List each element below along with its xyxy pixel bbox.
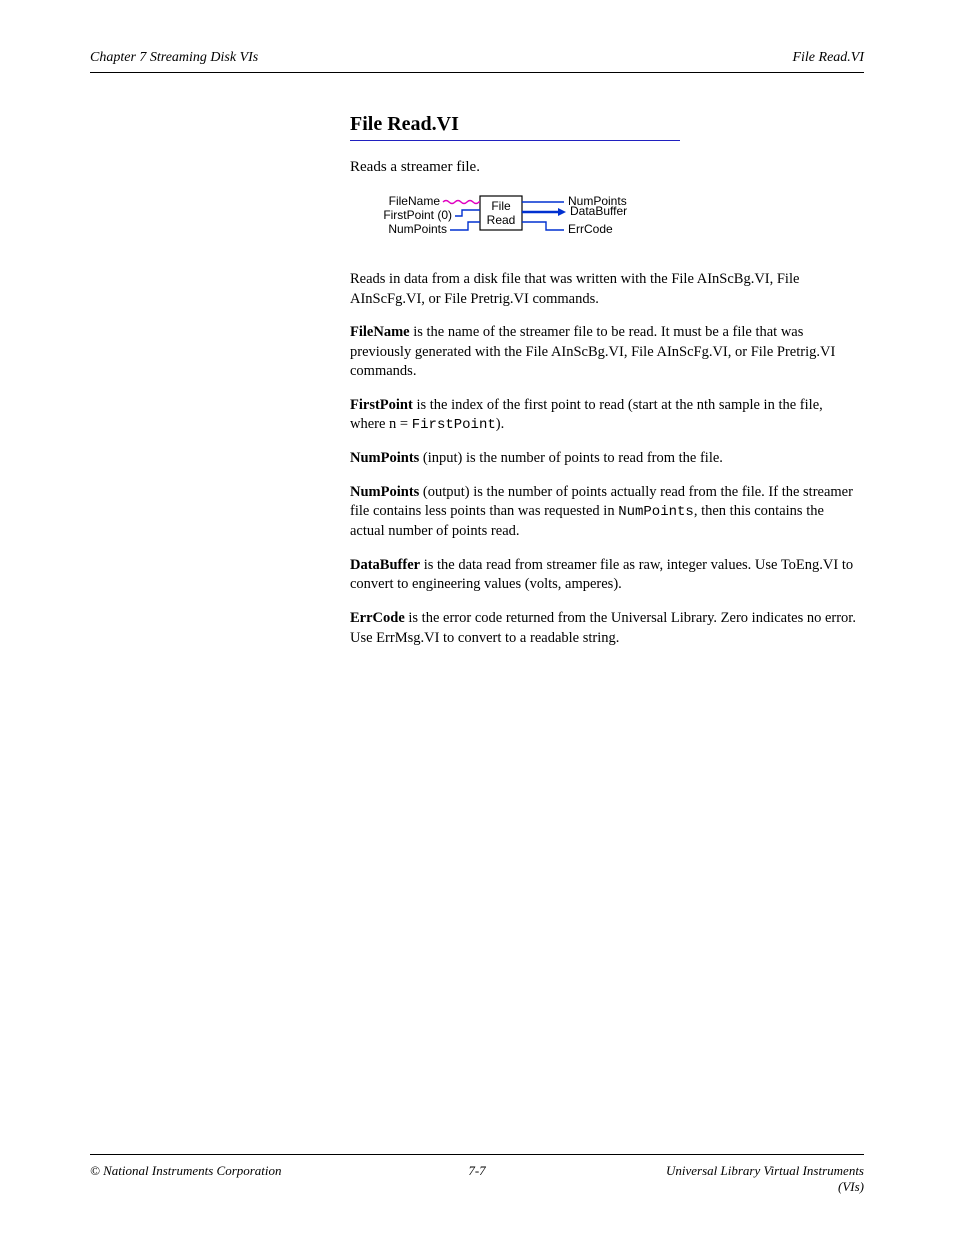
param-numpoints-in: NumPoints (input) is the number of point… (350, 449, 860, 469)
wire-filename (443, 201, 480, 204)
section-subtitle: Reads a streamer file. (350, 159, 864, 176)
param-errcode: ErrCode is the error code returned from … (350, 609, 860, 648)
page-header: Chapter 7 Streaming Disk VIs File Read.V… (90, 50, 864, 66)
param-firstpoint-code: FirstPoint (412, 417, 496, 433)
param-numpoints-out: NumPoints (output) is the number of poin… (350, 483, 860, 542)
footer-right: Universal Library Virtual Instruments (V… (664, 1163, 864, 1195)
footer-rule (90, 1154, 864, 1155)
footer-left: © National Instruments Corporation (90, 1163, 290, 1195)
param-numpoints-in-name: NumPoints (350, 450, 419, 466)
param-numpoints-in-desc: (input) is the number of points to read … (419, 450, 723, 466)
header-right: File Read.VI (792, 50, 864, 66)
wire-databuffer-arrow (558, 208, 566, 216)
input-label-filename: FileName (389, 194, 441, 208)
footer-center: 7-7 (290, 1163, 664, 1195)
wire-firstpoint (455, 210, 480, 216)
output-label-errcode: ErrCode (568, 222, 613, 236)
section-body: Reads in data from a disk file that was … (350, 270, 860, 648)
param-errcode-name: ErrCode (350, 610, 405, 626)
body-intro: Reads in data from a disk file that was … (350, 270, 860, 309)
param-filename-name: FileName (350, 324, 410, 340)
header-left: Chapter 7 Streaming Disk VIs (90, 50, 258, 66)
section-title: File Read.VI (350, 113, 864, 136)
input-label-firstpoint: FirstPoint (0) (383, 208, 452, 222)
param-numpoints-out-code: NumPoints (618, 504, 694, 520)
param-numpoints-out-name: NumPoints (350, 484, 419, 500)
param-databuffer: DataBuffer is the data read from streame… (350, 556, 860, 595)
vi-diagram: File Read FileName FirstPoint (0) NumPoi… (350, 190, 864, 246)
wire-numpoints-in (450, 222, 480, 230)
vi-block-label-top: File (491, 199, 511, 213)
param-filename-desc: is the name of the streamer file to be r… (350, 324, 835, 379)
input-label-numpoints: NumPoints (388, 222, 447, 236)
vi-connector-diagram: File Read FileName FirstPoint (0) NumPoi… (350, 190, 660, 246)
param-firstpoint-name: FirstPoint (350, 397, 413, 413)
page-footer-block: © National Instruments Corporation 7-7 U… (90, 1134, 864, 1195)
page: Chapter 7 Streaming Disk VIs File Read.V… (0, 0, 954, 1235)
param-filename: FileName is the name of the streamer fil… (350, 323, 860, 382)
output-label-databuffer: DataBuffer (570, 204, 627, 218)
param-firstpoint: FirstPoint is the index of the first poi… (350, 396, 860, 435)
param-databuffer-desc: is the data read from streamer file as r… (350, 557, 853, 593)
param-databuffer-name: DataBuffer (350, 557, 420, 573)
section-title-rule (350, 140, 680, 141)
header-rule (90, 72, 864, 73)
param-firstpoint-desc2: ). (496, 416, 504, 432)
wire-errcode (522, 222, 564, 230)
param-errcode-desc: is the error code returned from the Univ… (350, 610, 856, 646)
vi-block-label-bottom: Read (487, 213, 516, 227)
page-footer: © National Instruments Corporation 7-7 U… (90, 1163, 864, 1195)
